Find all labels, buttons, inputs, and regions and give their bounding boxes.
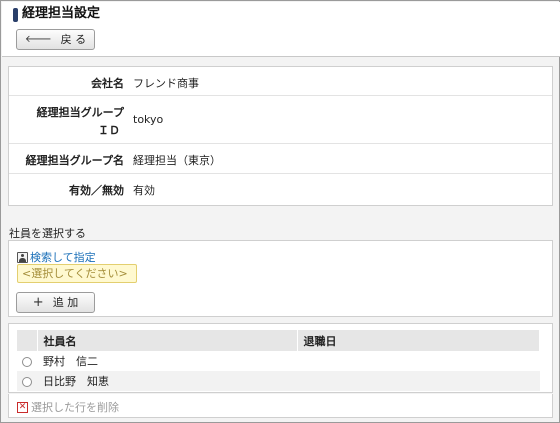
info-row-group-name: 経理担当グループ名 経理担当（東京）: [9, 144, 552, 174]
active-label: 有効／無効: [69, 184, 124, 197]
arrow-left-icon: 🡐: [24, 34, 52, 45]
employee-name: 野村 信二: [43, 355, 98, 368]
employee-name: 日比野 知恵: [37, 371, 297, 391]
employee-table-panel: 社員名 退職日 野村 信二 日比野 知恵: [8, 323, 553, 393]
table-header-row: 社員名 退職日: [17, 330, 540, 351]
page-title: 経理担当設定: [22, 6, 101, 21]
company-label: 会社名: [91, 77, 124, 90]
search-link-label: 検索して指定: [30, 251, 96, 264]
group-name-value: 経理担当（東京）: [133, 154, 221, 167]
row-radio[interactable]: [22, 356, 32, 367]
delete-icon: ✕: [17, 401, 28, 413]
group-id-label-line1: 経理担当グループ: [36, 106, 124, 119]
search-employee-link[interactable]: 検索して指定: [17, 249, 96, 265]
delete-link-label: 選択した行を削除: [31, 401, 119, 414]
employee-select-panel: 検索して指定 <選択してください> + 追 加: [8, 240, 553, 317]
back-button-label: 戻 る: [60, 33, 87, 46]
info-panel: 会社名 フレンド商事 経理担当グループ ＩＤ tokyo 経理担当グループ名 経…: [8, 66, 553, 206]
delete-selected-link[interactable]: ✕ 選択した行を削除: [17, 399, 119, 415]
table-row[interactable]: 日比野 知恵: [17, 371, 540, 391]
retire-date: [297, 351, 540, 371]
window-frame: 経理担当設定 🡐 戻 る 会社名 フレンド商事 経理担当グループ ＩＤ toky…: [0, 0, 560, 423]
delete-bar: ✕ 選択した行を削除: [8, 394, 553, 418]
employee-table: 社員名 退職日 野村 信二 日比野 知恵: [17, 330, 540, 391]
group-id-value: tokyo: [133, 113, 164, 126]
section-label: 社員を選択する: [9, 227, 86, 240]
employee-select-field[interactable]: <選択してください>: [17, 264, 137, 283]
plus-icon: +: [32, 295, 44, 310]
back-button[interactable]: 🡐 戻 る: [16, 29, 95, 50]
column-header-retire-date: 退職日: [297, 330, 540, 351]
person-icon: [17, 251, 28, 263]
column-header-name: 社員名: [37, 330, 298, 351]
retire-date: [297, 371, 540, 391]
radio-column-header: [17, 330, 38, 351]
group-id-label-line2: ＩＤ: [98, 124, 120, 137]
group-name-label: 経理担当グループ名: [25, 154, 124, 167]
header-bar: 経理担当設定 🡐 戻 る: [2, 2, 560, 57]
info-row-active: 有効／無効 有効: [9, 174, 552, 206]
add-button-label: 追 加: [52, 296, 79, 309]
add-button[interactable]: + 追 加: [16, 292, 95, 313]
info-row-company: 会社名 フレンド商事: [9, 67, 552, 96]
table-row[interactable]: 野村 信二: [17, 351, 540, 371]
info-row-group-id: 経理担当グループ ＩＤ tokyo: [9, 96, 552, 144]
title-marker: [13, 8, 18, 22]
row-radio[interactable]: [22, 376, 32, 387]
active-value: 有効: [133, 184, 155, 197]
company-value: フレンド商事: [133, 77, 199, 90]
